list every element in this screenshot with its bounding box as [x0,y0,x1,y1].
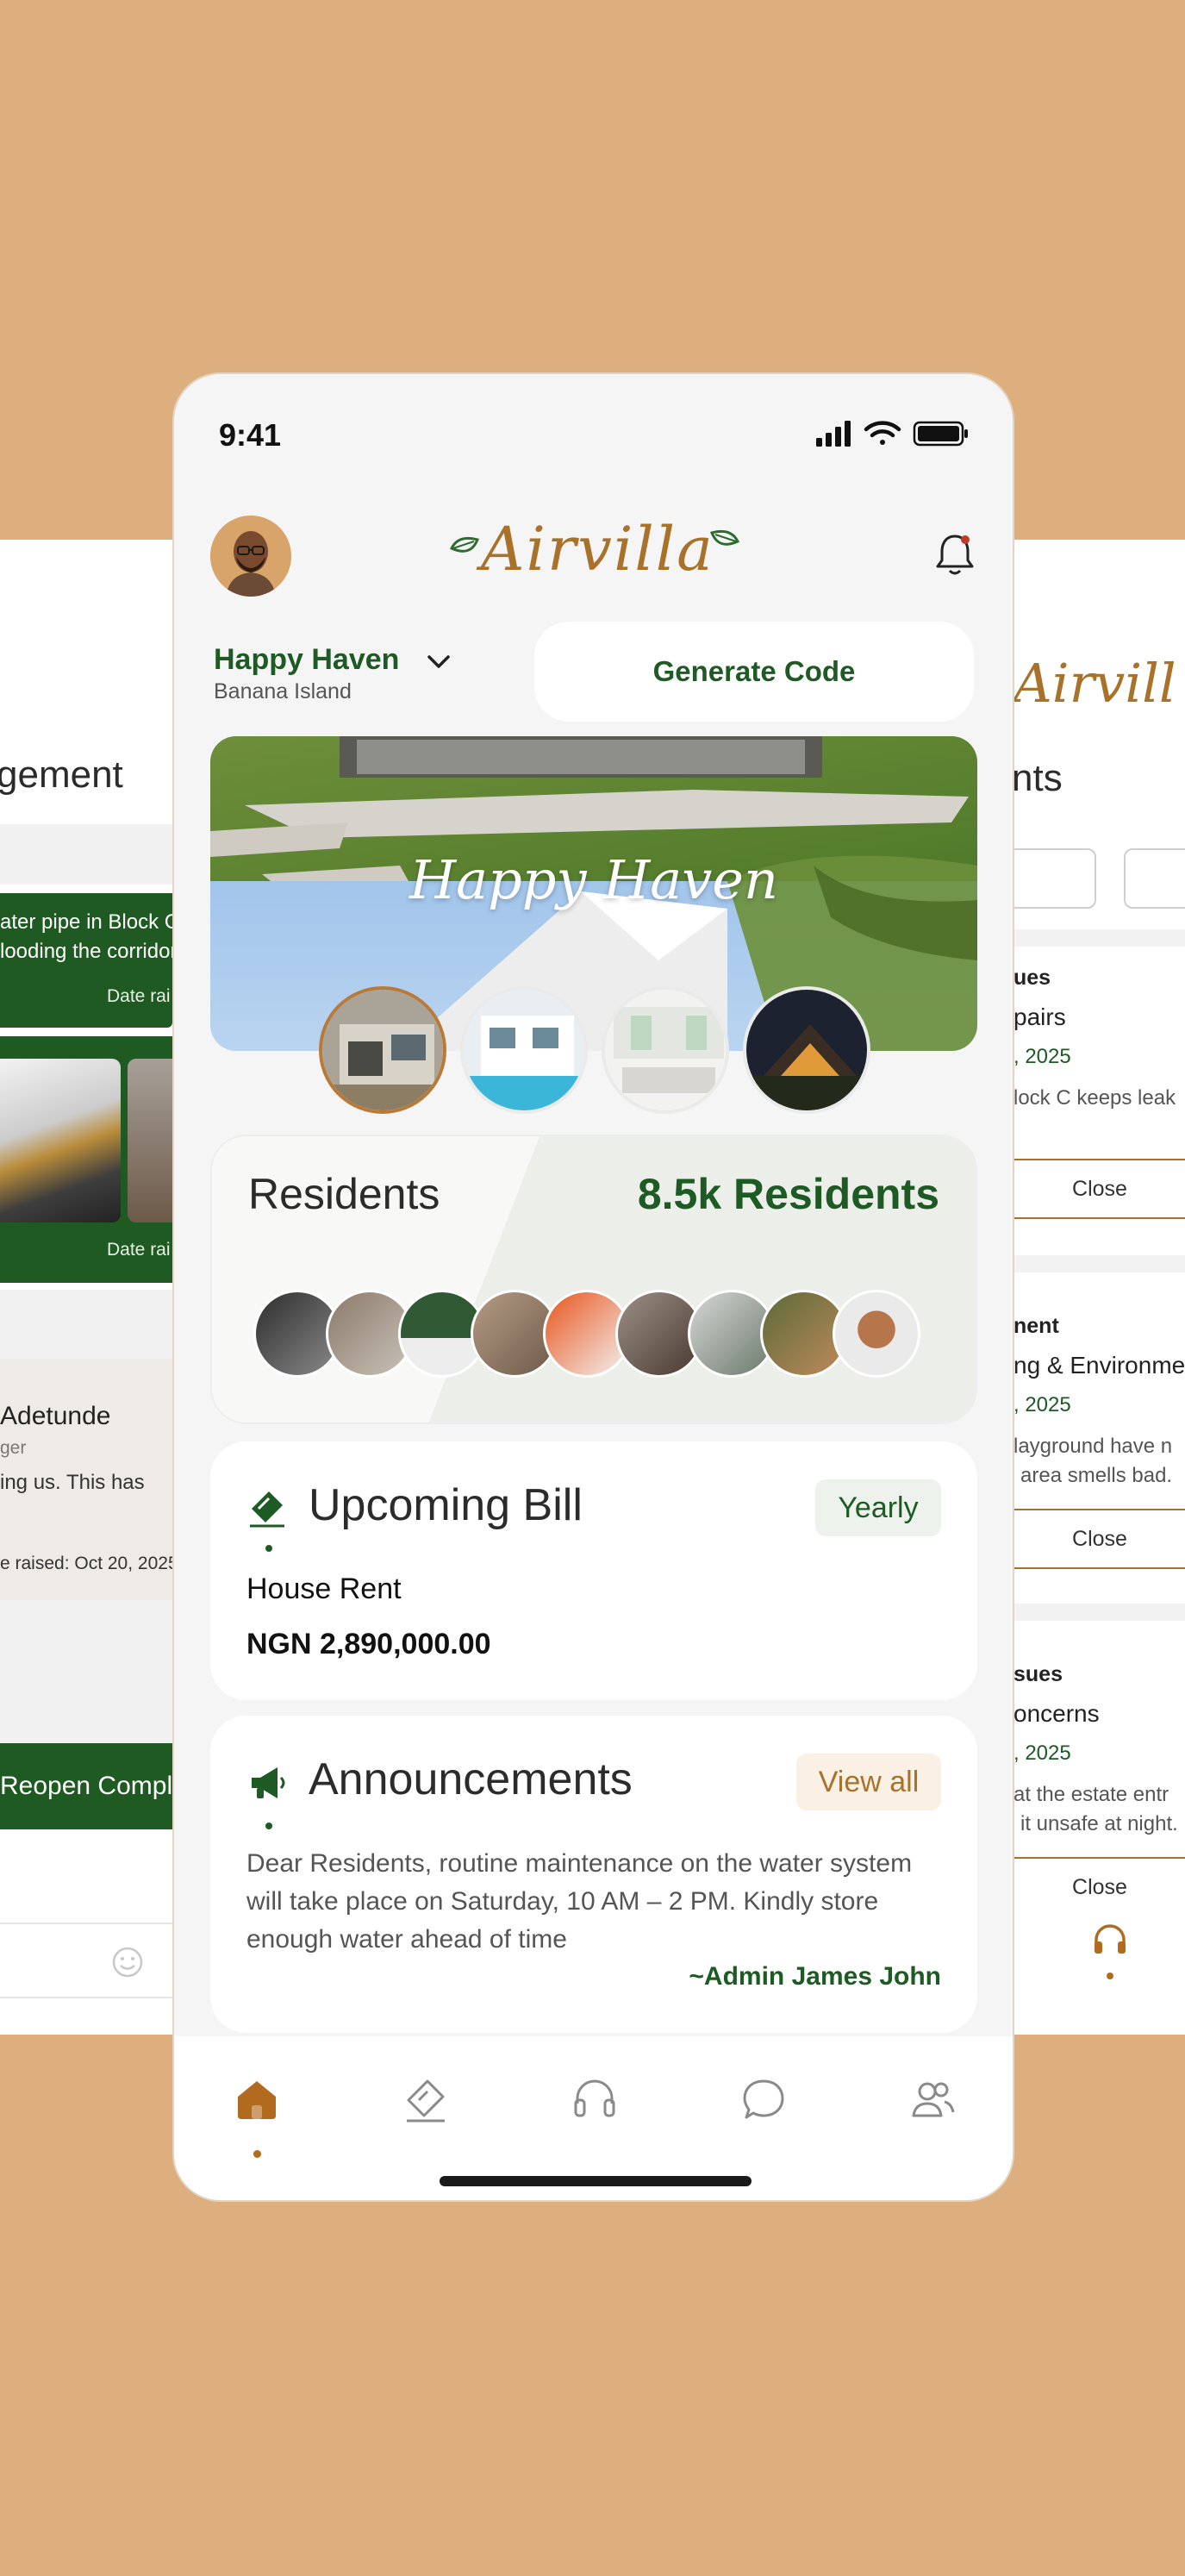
message-date: e raised: Oct 20, 2025 [0,1554,172,1573]
bill-period-chip[interactable]: Yearly [815,1479,941,1536]
estate-location: Banana Island [214,679,352,703]
estate-thumbnail-2[interactable] [460,986,588,1114]
notification-bell-icon[interactable] [932,529,977,578]
resident-avatar [833,1290,920,1378]
complaint-card-1[interactable]: ater pipe in Block C looding the corrido… [0,893,172,1028]
airvilla-logo: Airvilla [448,514,741,585]
filter-box-2[interactable] [1124,848,1185,909]
issue-1-title: pairs [1013,1004,1066,1030]
announcement-indicator-dot [265,1823,272,1829]
leaf-icon [449,536,480,553]
complaint-2-date: Date rai [107,1240,171,1260]
estate-hero-image: Happy Haven [210,736,977,1051]
issue-1-desc: lock C keeps leak [1013,1086,1176,1110]
ticket-icon[interactable] [400,2073,452,2124]
reopen-complaint-button[interactable]: Reopen Compla [0,1743,172,1829]
battery-icon [913,421,968,447]
bill-title: Upcoming Bill [309,1480,583,1530]
hero-title: Happy Haven [409,848,778,911]
upcoming-bill-card[interactable]: Upcoming Bill Yearly House Rent NGN 2,89… [210,1441,977,1700]
leaf-icon [709,529,740,546]
message-input[interactable] [0,1923,172,1998]
residents-count: 8.5k Residents [637,1170,939,1218]
message-text: ing us. This has [0,1471,145,1494]
issue-2-desc-2: area smells bad. [1020,1464,1173,1487]
right-screen-nav [1013,1897,1185,2035]
generate-code-button[interactable]: Generate Code [534,622,974,722]
left-screen-title: gement [0,753,123,796]
headset-icon[interactable] [1089,1919,1131,1960]
message-card: Adetunde ger ing us. This has e raised: … [0,1359,172,1600]
person-name: Adetunde [0,1402,111,1430]
right-screen-logo: Airvill [1013,652,1176,715]
complaint-1-line-1: ater pipe in Block C [0,910,172,934]
estate-name[interactable]: Happy Haven [214,643,399,677]
announcements-title: Announcements [309,1754,633,1804]
complaint-1-line-2: looding the corridor [0,940,172,963]
divider [1013,1604,1185,1621]
status-time: 9:41 [219,417,282,453]
megaphone-icon [252,1767,285,1798]
home-indicator [440,2176,752,2186]
issue-3-category: sues [1013,1662,1063,1686]
left-screen-texture [0,824,172,885]
issue-3-date: , 2025 [1013,1741,1071,1765]
divider [1013,1255,1185,1272]
issue-1-date: , 2025 [1013,1045,1071,1068]
issue-2-close-button[interactable]: Close [1013,1509,1185,1569]
users-icon[interactable] [907,2073,958,2124]
issue-3-desc-2: it unsafe at night. [1020,1812,1178,1835]
phone-screen: 9:41 Airvilla Happy Haven Banana Island … [172,372,1014,2202]
issue-1-category: ues [1013,966,1051,990]
bill-amount: NGN 2,890,000.00 [246,1628,491,1660]
complaint-photo-1 [0,1059,121,1222]
complaint-card-2[interactable]: Date rai [0,1036,172,1283]
left-background-screen: gement ater pipe in Block C looding the … [0,540,172,2035]
issue-2-category: nent [1013,1314,1059,1338]
right-background-screen: Airvill nts ues pairs , 2025 lock C keep… [1013,540,1185,2035]
announcement-signature: ~Admin James John [689,1962,941,1991]
headset-icon[interactable] [569,2073,621,2124]
complaint-photo-2 [128,1059,172,1222]
right-screen-title: nts [1013,757,1063,799]
person-role: ger [0,1438,27,1458]
residents-title: Residents [248,1170,440,1218]
announcements-card[interactable]: Announcements View all Dear Residents, r… [210,1716,977,2033]
estate-thumbnail-4[interactable] [743,986,870,1114]
left-screen-texture-2 [0,1290,172,1359]
bill-item: House Rent [246,1572,402,1605]
user-avatar[interactable] [210,516,291,597]
left-screen-texture-3 [0,1600,172,1755]
resident-avatar-stack [253,1290,943,1378]
issue-1-close-button[interactable]: Close [1013,1159,1185,1219]
chat-icon[interactable] [738,2073,789,2124]
home-icon[interactable] [231,2073,283,2124]
residents-card[interactable]: Residents 8.5k Residents [210,1135,977,1424]
issue-3-desc-1: at the estate entr [1013,1783,1169,1806]
bill-indicator-dot [265,1545,272,1552]
emoji-icon[interactable] [110,1945,145,1979]
view-all-button[interactable]: View all [796,1754,941,1810]
estate-thumbnail-1[interactable] [319,986,446,1114]
issue-3-title: oncerns [1013,1700,1100,1727]
estate-thumbnail-3[interactable] [602,986,729,1114]
issue-2-title: ng & Environme [1013,1352,1185,1379]
divider [1013,929,1185,947]
nav-active-dot [253,2150,261,2158]
issue-2-date: , 2025 [1013,1393,1071,1416]
ticket-icon [250,1491,284,1528]
wifi-icon [864,421,901,445]
complaint-1-date: Date rai [107,986,171,1006]
chevron-down-icon[interactable] [424,650,453,674]
issue-2-desc-1: layground have n [1013,1435,1173,1458]
nav-active-dot [1107,1973,1113,1979]
filter-box-1[interactable] [1013,848,1096,909]
status-icons [816,421,968,447]
announcement-body: Dear Residents, routine maintenance on t… [246,1849,913,1954]
signal-icon [816,421,851,447]
